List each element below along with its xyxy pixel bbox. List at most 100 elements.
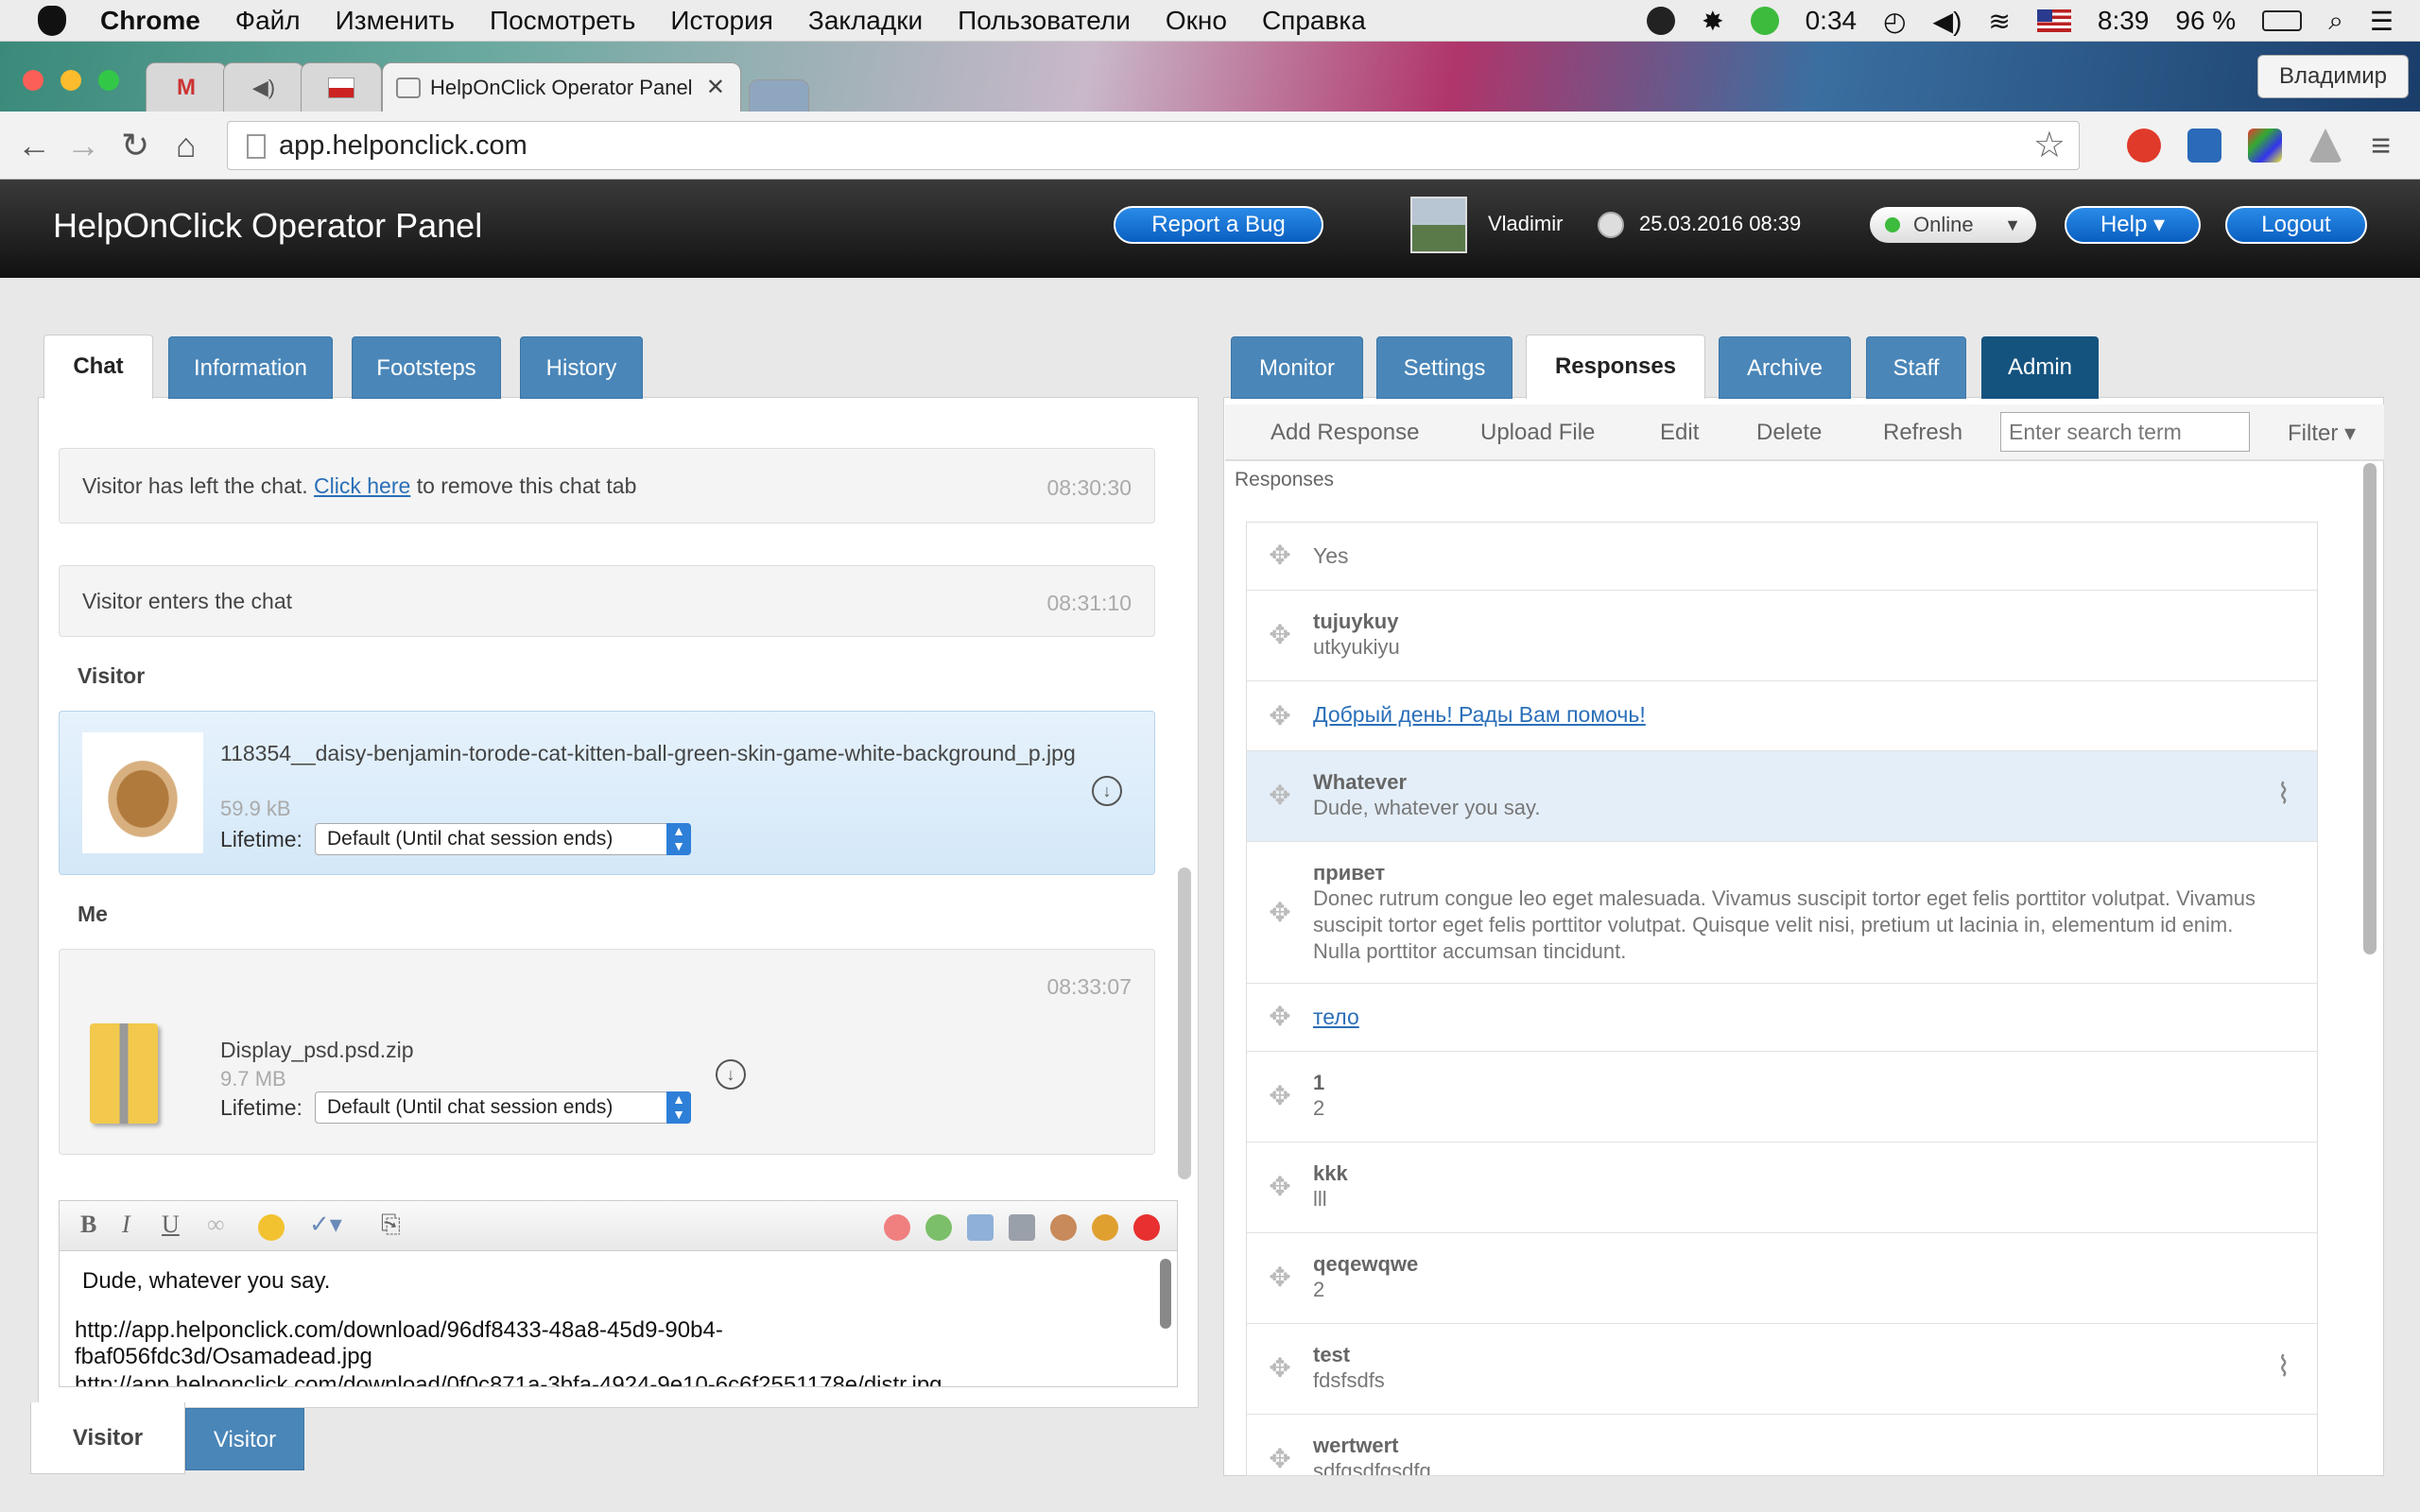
search-input[interactable]: Enter search term [2000,412,2250,452]
remove-tab-link[interactable]: Click here [314,473,410,498]
adblock-extension-icon[interactable] [2127,129,2161,163]
menu-file[interactable]: Файл [235,6,301,36]
notification-center-icon[interactable]: ☰ [2370,6,2394,37]
move-handle-icon[interactable]: ✥ [1266,1173,1294,1201]
move-handle-icon[interactable]: ✥ [1266,899,1294,927]
response-item[interactable]: ✥ 1 2 [1247,1052,2317,1143]
tab-settings[interactable]: Settings [1376,336,1512,399]
move-handle-icon[interactable]: ✥ [1266,1003,1294,1031]
user-avatar[interactable] [1410,197,1467,253]
browser-tab-other[interactable] [301,62,382,112]
window-zoom-button[interactable] [98,70,119,91]
menu-help[interactable]: Справка [1262,6,1366,36]
menu-window[interactable]: Окно [1166,6,1227,36]
filter-button[interactable]: Filter ▾ [2288,420,2356,447]
tab-close-icon[interactable]: ✕ [706,74,725,101]
end-chat-icon[interactable] [1133,1214,1160,1241]
bookmark-star-icon[interactable]: ☆ [2033,122,2066,169]
response-item[interactable]: ✥ tujuykuy utkyukiyu [1247,591,2317,681]
move-handle-icon[interactable]: ✥ [1266,1263,1294,1292]
browser-tab-gmail[interactable]: M [146,62,227,112]
tab-responses[interactable]: Responses [1526,335,1705,399]
ban-visitor-icon[interactable] [884,1214,910,1241]
add-response-button[interactable]: Add Response [1270,420,1419,446]
lifetime-select[interactable]: Default (Until chat session ends) ▲ ▼ [315,823,691,855]
delete-button[interactable]: Delete [1756,420,1822,446]
visitor-tab-1[interactable]: Visitor [30,1402,185,1474]
forward-arrow-icon[interactable]: → [66,127,100,164]
tab-information[interactable]: Information [168,336,333,399]
response-item[interactable]: ✥ wertwert sdfgsdfgsdfg [1247,1415,2317,1475]
help-button[interactable]: Help ▾ [2065,206,2201,244]
message-editor[interactable]: Dude, whatever you say. http://app.helpo… [59,1251,1178,1387]
drive-extension-icon[interactable] [2308,129,2342,163]
kitten-thumbnail-image[interactable] [82,732,203,853]
spellcheck-icon[interactable]: ✓▾ [309,1211,342,1239]
tab-staff[interactable]: Staff [1866,336,1966,399]
underline-button[interactable]: U [162,1211,180,1239]
menu-history[interactable]: История [670,6,773,36]
group-icon[interactable] [1092,1214,1118,1241]
response-item[interactable]: ✥ Добрый день! Рады Вам помочь! [1247,681,2317,751]
smiley-icon[interactable] [258,1214,285,1241]
file-name[interactable]: Display_psd.psd.zip [220,1037,414,1063]
translate-extension-icon[interactable] [2187,129,2221,163]
response-item[interactable]: ✥ привет Donec rutrum congue leo eget ma… [1247,842,2317,984]
home-icon[interactable]: ⌂ [176,127,197,164]
chrome-menu-icon[interactable]: ≡ [2371,127,2391,164]
response-link[interactable]: тело [1313,1005,1359,1030]
download-icon[interactable]: ↓ [716,1059,746,1090]
app-status-icon[interactable] [1647,7,1676,35]
new-tab-button[interactable] [749,79,809,112]
move-handle-icon[interactable]: ✥ [1266,541,1294,570]
file-name[interactable]: 118354__daisy-benjamin-torode-cat-kitten… [220,740,1128,766]
email-transcript-icon[interactable] [967,1214,994,1241]
browser-tab-audio[interactable]: ◀) [223,62,304,112]
response-item[interactable]: ✥ qeqewqwe 2 [1247,1233,2317,1324]
window-close-button[interactable] [23,70,43,91]
upload-file-button[interactable]: Upload File [1480,420,1595,446]
menu-edit[interactable]: Изменить [336,6,455,36]
move-handle-icon[interactable]: ✥ [1266,1082,1294,1110]
response-item[interactable]: ✥ Yes [1247,523,2317,591]
menu-bookmarks[interactable]: Закладки [808,6,923,36]
move-handle-icon[interactable]: ✥ [1266,702,1294,730]
print-icon[interactable] [1009,1214,1035,1241]
zip-archive-icon[interactable] [90,1023,158,1124]
spotlight-search-icon[interactable]: ⌕ [2328,6,2343,37]
wifi-icon[interactable]: ≋ [1988,6,2010,37]
transfer-icon[interactable] [925,1214,952,1241]
visitor-tab-2[interactable]: Visitor [185,1408,304,1470]
chat-scrollbar[interactable] [1178,868,1191,1179]
timer-text[interactable]: 0:34 [1806,6,1858,36]
battery-icon[interactable] [2262,10,2303,31]
input-source-flag-icon[interactable] [2036,9,2071,32]
clock-text[interactable]: 8:39 [2098,6,2150,36]
tab-footsteps[interactable]: Footsteps [352,336,501,399]
browser-tab-active[interactable]: HelpOnClick Operator Panel ✕ [382,62,741,112]
move-handle-icon[interactable]: ✥ [1266,782,1294,810]
reload-icon[interactable]: ↻ [121,127,149,164]
menu-users[interactable]: Пользователи [958,6,1131,36]
move-handle-icon[interactable]: ✥ [1266,1445,1294,1473]
edit-button[interactable]: Edit [1660,420,1699,446]
tab-history[interactable]: History [520,336,643,399]
back-arrow-icon[interactable]: ← [17,127,51,164]
response-item[interactable]: ✥ Whatever Dude, whatever you say. ⌇ [1247,751,2317,842]
menu-view[interactable]: Посмотреть [490,6,635,36]
response-item[interactable]: ✥ test fdsfsdfs ⌇ [1247,1324,2317,1415]
tab-admin[interactable]: Admin [1981,336,2099,399]
battery-percent[interactable]: 96 % [2175,6,2236,36]
tab-archive[interactable]: Archive [1719,336,1851,399]
response-item[interactable]: ✥ тело [1247,984,2317,1052]
lifetime-select[interactable]: Default (Until chat session ends) ▲ ▼ [315,1091,691,1124]
attach-paperclip-icon[interactable]: ⎘ [381,1211,401,1240]
apple-logo-icon[interactable] [38,5,66,36]
tab-monitor[interactable]: Monitor [1231,336,1363,399]
menu-app-name[interactable]: Chrome [100,6,200,36]
bold-button[interactable]: B [80,1211,96,1239]
move-handle-icon[interactable]: ✥ [1266,1354,1294,1383]
editor-scrollbar[interactable] [1160,1259,1171,1329]
response-item[interactable]: ✥ kkk lll [1247,1143,2317,1233]
green-status-icon[interactable] [1750,7,1779,35]
